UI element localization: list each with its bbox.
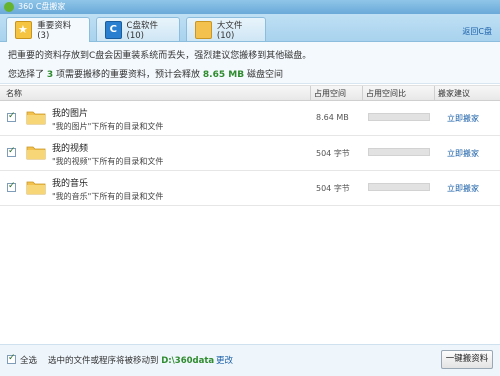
table-row: 我的图片 "我的图片"下所有的目录和文件 8.64 MB 立即搬家 [0, 101, 500, 136]
tab-bar: 重要资料(3) C C盘软件(10) 大文件(10) [0, 14, 500, 42]
c-drive-icon: C [105, 20, 122, 39]
folder-icon [26, 111, 46, 125]
column-divider [310, 86, 311, 100]
column-ratio[interactable]: 占用空间比 [366, 88, 406, 99]
column-name[interactable]: 名称 [6, 88, 22, 99]
back-to-c-drive-link[interactable]: 返回C盘 [462, 26, 492, 37]
column-divider [362, 86, 363, 100]
table-header: 名称 占用空间 占用空间比 搬家建议 [0, 85, 500, 101]
move-now-link[interactable]: 立即搬家 [447, 183, 479, 194]
tab-large-files[interactable]: 大文件(10) [186, 17, 266, 41]
row-checkbox[interactable] [7, 181, 16, 192]
tab-c-drive-software[interactable]: C C盘软件(10) [96, 17, 180, 41]
item-description: "我的视频"下所有的目录和文件 [52, 157, 164, 166]
column-suggestion[interactable]: 搬家建议 [438, 88, 470, 99]
title-bar: 360 C盘搬家 [0, 0, 500, 14]
table-row: 我的视频 "我的视频"下所有的目录和文件 504 字节 立即搬家 [0, 136, 500, 171]
destination-prefix: 选中的文件或程序将被移动到 [48, 356, 159, 366]
folder-icon [26, 146, 46, 160]
item-name: 我的视频 [52, 144, 89, 154]
item-description: "我的图片"下所有的目录和文件 [52, 122, 164, 131]
window-title: 360 C盘搬家 [18, 2, 66, 11]
column-size[interactable]: 占用空间 [314, 88, 346, 99]
move-now-link[interactable]: 立即搬家 [447, 113, 479, 124]
summary-mid: 项需要搬移的重要资料，预计会释放 [56, 70, 201, 80]
info-banner: 把重要的资料存放到C盘会因重装系统而丢失，强烈建议您搬移到其他磁盘。 您选择了 … [0, 42, 500, 84]
row-checkbox[interactable] [7, 111, 16, 122]
footer-bar: 全选 选中的文件或程序将被移动到 D:\360data 更改 一键搬资料 [0, 344, 500, 376]
folder-icon [195, 20, 212, 39]
space-ratio-bar [368, 113, 430, 121]
freed-size: 8.65 MB [202, 70, 245, 80]
selected-count: 3 [46, 70, 54, 80]
banner-summary: 您选择了 3 项需要搬移的重要资料，预计会释放 8.65 MB 磁盘空间 [8, 67, 283, 80]
summary-prefix: 您选择了 [8, 70, 45, 80]
one-click-move-button[interactable]: 一键搬资料 [441, 350, 493, 369]
destination-text: 选中的文件或程序将被移动到 D:\360data [48, 354, 214, 366]
folder-icon [26, 181, 46, 195]
item-size: 8.64 MB [316, 113, 349, 122]
select-all-checkbox[interactable] [7, 353, 16, 364]
space-ratio-bar [368, 183, 430, 191]
table-row: 我的音乐 "我的音乐"下所有的目录和文件 504 字节 立即搬家 [0, 171, 500, 206]
app-logo-icon [4, 2, 14, 12]
destination-path: D:\360data [161, 356, 215, 366]
tab-important-files[interactable]: 重要资料(3) [6, 17, 90, 42]
banner-warning-text: 把重要的资料存放到C盘会因重装系统而丢失，强烈建议您搬移到其他磁盘。 [8, 51, 312, 61]
item-size: 504 字节 [316, 184, 350, 193]
space-ratio-bar [368, 148, 430, 156]
change-destination-link[interactable]: 更改 [216, 354, 233, 366]
summary-suffix: 磁盘空间 [246, 70, 283, 80]
move-now-link[interactable]: 立即搬家 [447, 148, 479, 159]
row-checkbox[interactable] [7, 146, 16, 157]
column-divider [434, 86, 435, 100]
tab-label: 重要资料(3) [37, 21, 72, 41]
item-name: 我的音乐 [52, 179, 89, 189]
star-folder-icon [15, 21, 33, 39]
item-description: "我的音乐"下所有的目录和文件 [52, 192, 164, 201]
tab-label: 大文件(10) [216, 20, 243, 41]
select-all-label[interactable]: 全选 [20, 354, 37, 366]
item-name: 我的图片 [52, 109, 89, 119]
item-size: 504 字节 [316, 149, 350, 158]
tab-label: C盘软件(10) [126, 20, 158, 41]
